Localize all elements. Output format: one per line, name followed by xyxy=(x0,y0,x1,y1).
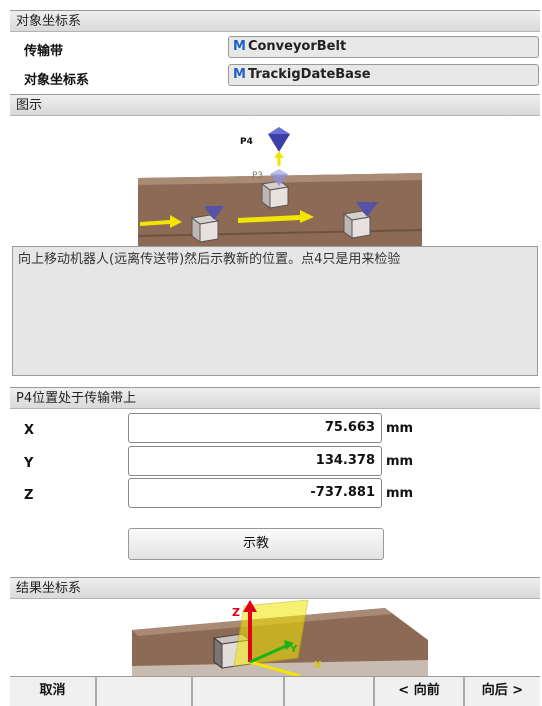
z-unit: mm xyxy=(386,486,414,501)
object-frame-label: 对象坐标系 xyxy=(24,73,90,88)
p4-marker-icon xyxy=(268,134,290,152)
conveyor-illustration: P4 P3 xyxy=(137,127,423,246)
z-axis-label: Z xyxy=(232,606,240,619)
illustration-header: 图示 xyxy=(10,94,540,116)
x-unit: mm xyxy=(386,421,414,436)
teach-button[interactable]: 示教 xyxy=(128,528,384,560)
x-axis-label: X xyxy=(314,660,322,671)
z-label: Z xyxy=(24,488,34,503)
cancel-button[interactable]: 取消 xyxy=(10,677,96,706)
p4-label: P4 xyxy=(240,137,253,147)
z-value-input[interactable]: -737.881 xyxy=(128,478,382,508)
empty-slot-button xyxy=(284,677,374,706)
y-axis-label: Y xyxy=(289,644,298,655)
empty-slot-button xyxy=(96,677,192,706)
back-button[interactable]: < 向前 xyxy=(374,677,464,706)
wizard-panel: 对象坐标系 传输带 M ConveyorBelt 对象坐标系 M TrackigDa… xyxy=(10,10,540,706)
empty-slot-button xyxy=(192,677,284,706)
instruction-text: 向上移动机器人(远离传送带)然后示教新的位置。点4只是用来检验 xyxy=(12,246,538,376)
footer-bar: 取消 < 向前 向后 > xyxy=(10,676,540,706)
conveyor-field[interactable]: M ConveyorBelt xyxy=(228,36,539,58)
module-prefix: M xyxy=(233,39,246,54)
y-label: Y xyxy=(24,456,34,471)
result-frame-illustration: Z Y X xyxy=(132,600,428,676)
module-prefix: M xyxy=(233,67,246,82)
object-frame-value: TrackigDateBase xyxy=(247,67,371,82)
p3-label: P3 xyxy=(252,171,263,181)
next-button[interactable]: 向后 > xyxy=(464,677,540,706)
conveyor-label: 传输带 xyxy=(24,44,64,59)
object-frame-field[interactable]: M TrackigDateBase xyxy=(228,64,539,86)
position-header: P4位置处于传输带上 xyxy=(10,387,540,409)
x-value-input[interactable]: 75.663 xyxy=(128,413,382,443)
x-label: X xyxy=(24,423,35,438)
box-p3 xyxy=(260,180,290,209)
conveyor-value: ConveyorBelt xyxy=(247,39,347,54)
y-value-input[interactable]: 134.378 xyxy=(128,446,382,476)
y-unit: mm xyxy=(386,454,414,469)
result-frame-header: 结果坐标系 xyxy=(10,577,540,599)
object-frame-header: 对象坐标系 xyxy=(10,10,540,32)
